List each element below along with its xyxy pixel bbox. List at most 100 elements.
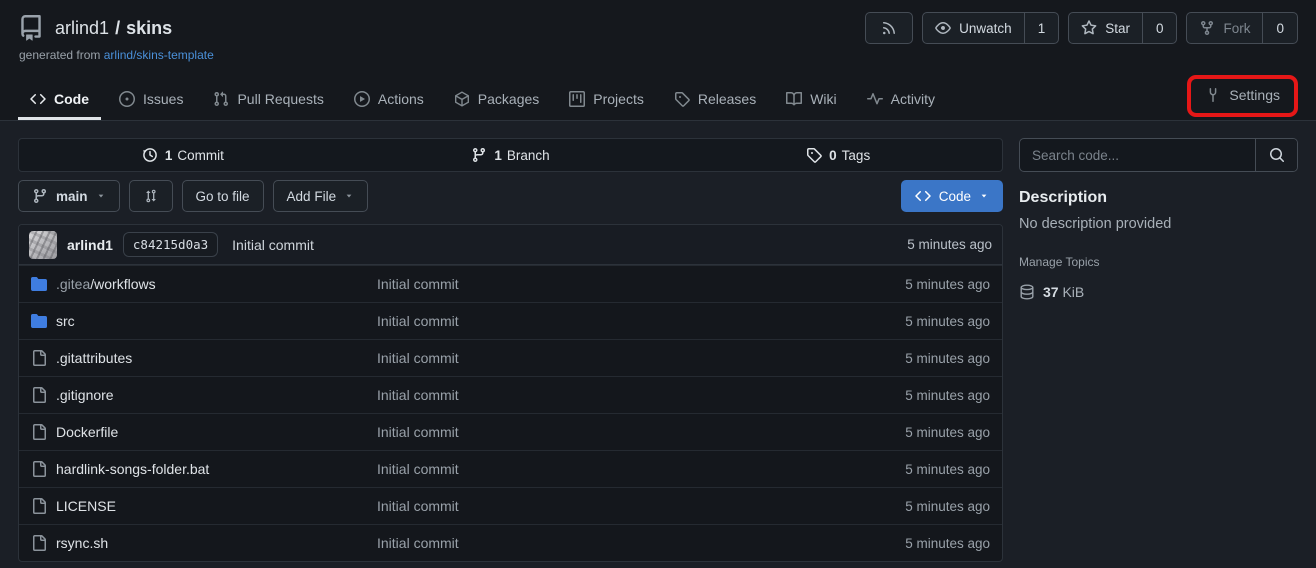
book-icon xyxy=(786,91,802,107)
file-commit-message-link[interactable]: Initial commit xyxy=(377,387,905,403)
commit-hash-link[interactable]: c84215d0a3 xyxy=(123,232,218,257)
file-link[interactable]: .gitignore xyxy=(56,387,114,403)
file-commit-message-link[interactable]: Initial commit xyxy=(377,498,905,514)
file-commit-message-link[interactable]: Initial commit xyxy=(377,276,905,292)
tab-code[interactable]: Code xyxy=(18,80,101,120)
compare-button[interactable] xyxy=(129,180,173,212)
file-icon xyxy=(31,535,47,551)
file-name: rsync.sh xyxy=(56,535,108,551)
file-path-prefix: .gitea xyxy=(56,276,90,292)
watchers-count[interactable]: 1 xyxy=(1024,13,1059,43)
file-commit-message-link[interactable]: Initial commit xyxy=(377,535,905,551)
fork-button[interactable]: Fork xyxy=(1187,13,1262,43)
git-branch-icon xyxy=(32,188,48,204)
file-time: 5 minutes ago xyxy=(905,351,990,366)
tab-activity[interactable]: Activity xyxy=(855,80,947,120)
commits-stat[interactable]: 1 Commit xyxy=(19,139,347,171)
star-label: Star xyxy=(1105,21,1130,36)
database-icon xyxy=(1019,284,1035,300)
search-button[interactable] xyxy=(1255,139,1297,171)
file-time: 5 minutes ago xyxy=(905,388,990,403)
tags-stat[interactable]: 0 Tags xyxy=(674,139,1002,171)
file-commit-message-link[interactable]: Initial commit xyxy=(377,313,905,329)
file-link[interactable]: .gitea/workflows xyxy=(56,276,156,292)
git-compare-icon xyxy=(143,188,159,204)
tab-settings[interactable]: Settings xyxy=(1191,79,1294,113)
file-link[interactable]: rsync.sh xyxy=(56,535,108,551)
folder-icon xyxy=(31,276,47,292)
file-commit-message-link[interactable]: Initial commit xyxy=(377,350,905,366)
tab-releases[interactable]: Releases xyxy=(662,80,768,120)
repo-icon xyxy=(18,15,44,41)
file-name: .gitattributes xyxy=(56,350,132,366)
file-commit-message-link[interactable]: Initial commit xyxy=(377,461,905,477)
generated-from-template-link[interactable]: arlind/skins-template xyxy=(104,48,214,62)
stars-count[interactable]: 0 xyxy=(1142,13,1177,43)
file-icon xyxy=(31,498,47,514)
issue-opened-icon xyxy=(119,91,135,107)
code-search-box xyxy=(1019,138,1298,172)
file-link[interactable]: LICENSE xyxy=(56,498,116,514)
unwatch-button[interactable]: Unwatch xyxy=(923,13,1024,43)
repo-sidebar: Description No description provided Mana… xyxy=(1019,138,1298,562)
tab-actions[interactable]: Actions xyxy=(342,80,436,120)
tab-issues[interactable]: Issues xyxy=(107,80,195,120)
tab-wiki[interactable]: Wiki xyxy=(774,80,848,120)
forks-count[interactable]: 0 xyxy=(1262,13,1297,43)
git-branch-icon xyxy=(471,147,487,163)
tab-pull-requests[interactable]: Pull Requests xyxy=(201,80,335,120)
caret-down-icon xyxy=(344,191,354,201)
repo-owner-link[interactable]: arlind1 xyxy=(55,18,109,38)
star-button[interactable]: Star xyxy=(1069,13,1142,43)
star-icon xyxy=(1081,20,1097,36)
avatar xyxy=(29,231,57,259)
rss-feed-button[interactable] xyxy=(866,13,912,43)
description-title: Description xyxy=(1019,189,1298,207)
tab-packages[interactable]: Packages xyxy=(442,80,551,120)
commit-label: Commit xyxy=(177,148,224,163)
code-icon xyxy=(30,91,46,107)
manage-topics-link[interactable]: Manage Topics xyxy=(1019,255,1100,269)
file-icon xyxy=(31,424,47,440)
repo-size-unit: KiB xyxy=(1062,284,1084,300)
code-download-button[interactable]: Code xyxy=(901,180,1003,212)
file-browser-box: arlind1 c84215d0a3 Initial commit 5 minu… xyxy=(18,224,1003,562)
tab-label: Activity xyxy=(891,91,935,107)
repo-name-link[interactable]: skins xyxy=(126,18,172,38)
goto-file-button[interactable]: Go to file xyxy=(182,180,264,212)
file-time: 5 minutes ago xyxy=(905,536,990,551)
file-name: /workflows xyxy=(90,276,155,292)
search-input[interactable] xyxy=(1020,139,1255,171)
code-toolbar: main Go to file Add File Code xyxy=(18,180,1003,212)
tab-label: Wiki xyxy=(810,91,836,107)
table-row: rsync.sh Initial commit 5 minutes ago xyxy=(19,524,1002,561)
git-pull-request-icon xyxy=(213,91,229,107)
package-icon xyxy=(454,91,470,107)
tab-label: Actions xyxy=(378,91,424,107)
add-file-button[interactable]: Add File xyxy=(273,180,369,212)
eye-icon xyxy=(935,20,951,36)
tab-label: Pull Requests xyxy=(237,91,323,107)
rss-icon xyxy=(881,20,897,36)
file-link[interactable]: .gitattributes xyxy=(56,350,132,366)
branch-selector[interactable]: main xyxy=(18,180,120,212)
caret-down-icon xyxy=(96,191,106,201)
repo-title-block: arlind1 / skins generated from arlind/sk… xyxy=(18,12,214,62)
branches-stat[interactable]: 1 Branch xyxy=(347,139,675,171)
file-link[interactable]: src xyxy=(56,313,75,329)
file-link[interactable]: hardlink-songs-folder.bat xyxy=(56,461,209,477)
tab-projects[interactable]: Projects xyxy=(557,80,656,120)
file-commit-message-link[interactable]: Initial commit xyxy=(377,424,905,440)
file-icon xyxy=(31,461,47,477)
tag-icon xyxy=(806,147,822,163)
tab-label: Issues xyxy=(143,91,183,107)
latest-commit-row: arlind1 c84215d0a3 Initial commit 5 minu… xyxy=(19,225,1002,265)
file-time: 5 minutes ago xyxy=(905,462,990,477)
commit-message-link[interactable]: Initial commit xyxy=(232,237,314,253)
commit-author-link[interactable]: arlind1 xyxy=(67,237,113,253)
annotation-red-box: Settings xyxy=(1187,75,1298,117)
description-text: No description provided xyxy=(1019,216,1298,232)
file-name: hardlink-songs-folder.bat xyxy=(56,461,209,477)
file-link[interactable]: Dockerfile xyxy=(56,424,118,440)
repo-size-value: 37 xyxy=(1043,284,1059,300)
